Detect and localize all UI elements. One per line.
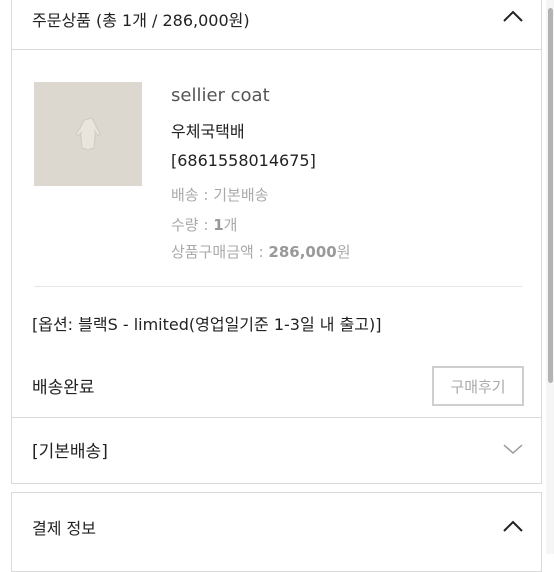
amount-unit: 원: [336, 243, 351, 261]
product-divider: [34, 286, 522, 287]
payment-info-title: 결제 정보: [32, 519, 96, 538]
shipping-info: 배송 : 기본배송: [171, 184, 268, 205]
product-name[interactable]: sellier coat: [171, 85, 270, 106]
scrollbar-thumb[interactable]: [548, 8, 553, 383]
chevron-up-icon[interactable]: [502, 519, 524, 533]
shipping-group-label: [기본배송]: [32, 442, 108, 462]
amount-info: 상품구매금액 : 286,000원: [171, 241, 351, 262]
product-option: [옵션: 블랙S - limited(영업일기준 1-3일 내 출고)]: [32, 315, 382, 334]
shipping-info-label: 배송 :: [171, 186, 209, 204]
quantity-unit: 개: [223, 216, 238, 234]
shipping-divider: [12, 417, 541, 418]
write-review-button[interactable]: 구매후기: [432, 366, 524, 406]
shipping-info-value: 기본배송: [213, 186, 269, 204]
shipping-method: 우체국택배: [171, 122, 245, 141]
quantity-value: 1: [213, 216, 224, 234]
amount-value: 286,000: [268, 243, 337, 261]
delivery-status: 배송완료: [32, 378, 95, 398]
payment-info-panel: 결제 정보: [11, 492, 542, 572]
scrollbar[interactable]: [546, 0, 554, 554]
product-thumbnail[interactable]: [34, 82, 142, 186]
order-number: [6861558014675]: [171, 151, 316, 170]
order-items-title: 주문상품 (총 1개 / 286,000원): [32, 11, 250, 30]
quantity-label: 수량 :: [171, 216, 209, 234]
amount-label: 상품구매금액 :: [171, 243, 264, 261]
quantity-info: 수량 : 1개: [171, 214, 237, 235]
chevron-down-icon[interactable]: [502, 442, 524, 456]
order-items-panel: 주문상품 (총 1개 / 286,000원) sellier coat 우체국택…: [11, 0, 542, 484]
chevron-up-icon[interactable]: [502, 9, 524, 23]
header-divider: [12, 49, 541, 50]
